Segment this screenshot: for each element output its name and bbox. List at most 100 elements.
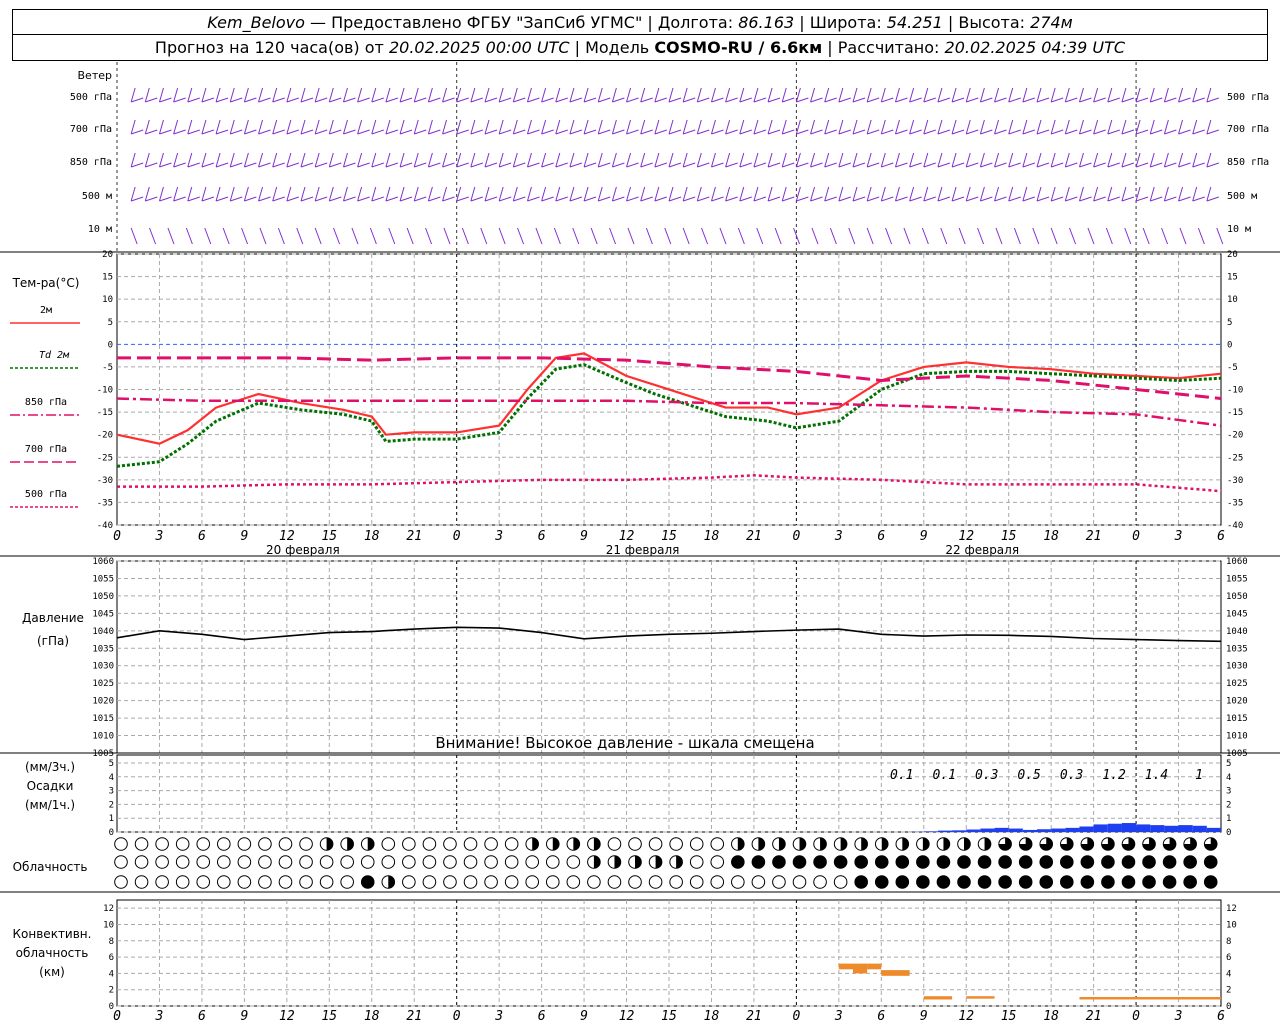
cloud-symbol (628, 875, 642, 889)
wind-barb (781, 87, 787, 103)
cloud-symbol (1059, 855, 1074, 869)
wind-barb (753, 162, 767, 168)
wind-barb (130, 152, 136, 168)
cloud-symbol (1039, 875, 1054, 889)
wind-barb (1008, 186, 1014, 202)
convective-segment (966, 996, 995, 999)
wind-barb (951, 97, 965, 103)
wind-barb (626, 129, 639, 135)
wind-barb (484, 129, 498, 135)
wind-barb (810, 162, 823, 168)
wind-barb (753, 97, 767, 103)
wind-barb (668, 186, 674, 202)
wind-barb (329, 129, 342, 135)
wind-barb (1135, 186, 1141, 202)
wind-barb (1008, 152, 1014, 168)
wind-barb (1121, 119, 1127, 135)
cloud-symbol-fill (573, 837, 580, 851)
temperature-ytick-left: -35 (97, 498, 113, 508)
temperature-ytick-left: 20 (102, 250, 113, 260)
wind-barb (1178, 119, 1184, 135)
cloud-symbol (196, 875, 211, 889)
wind-barb (187, 186, 193, 202)
wind-barb (442, 97, 455, 103)
precip-ytick-right: 2 (1226, 800, 1231, 810)
wind-barb (923, 119, 929, 135)
wind-barb (385, 186, 391, 202)
wind-barb (512, 186, 518, 202)
wind-barb (739, 196, 752, 202)
precip-unit-top: (мм/3ч.) (25, 760, 75, 774)
convective-segment (853, 963, 868, 974)
wind-barb (442, 129, 455, 135)
temperature-legend-label: 850 гПа (25, 397, 67, 408)
convective-ytick-left: 4 (109, 969, 114, 979)
wind-barb (668, 119, 674, 135)
precip-bar (980, 828, 995, 832)
temperature-hour-label: 18 (704, 529, 720, 544)
pressure-ytick-left: 1055 (92, 574, 114, 584)
wind-barb-10m (958, 227, 966, 245)
precip-unit-bottom: (мм/1ч.) (25, 798, 75, 812)
wind-barb (1022, 87, 1028, 103)
wind-barb (640, 162, 653, 168)
precip-bar (1192, 825, 1207, 832)
wind-barb (824, 152, 830, 168)
wind-barb (753, 129, 767, 135)
temperature-legend-label: Td 2м (39, 350, 70, 361)
wind-barb-10m (903, 227, 911, 245)
cloud-symbol-fill (799, 837, 806, 851)
wind-barb (1008, 87, 1014, 103)
temperature-ytick-right: -25 (1227, 453, 1243, 463)
precip-total-label: 0.3 (1060, 768, 1083, 783)
wind-barb (399, 97, 413, 103)
wind-barb (258, 129, 271, 135)
wind-barb (1022, 152, 1028, 168)
wind-barb (711, 129, 724, 135)
wind-barb (527, 129, 540, 135)
wind-barb (937, 162, 951, 168)
wind-barb (215, 186, 221, 202)
temperature-date-label: 20 февраля (266, 543, 340, 557)
wind-barb (215, 97, 229, 103)
wind-barb (598, 162, 611, 168)
wind-barb (1107, 152, 1113, 168)
cloud-symbol-fill (902, 837, 909, 851)
cloud-symbol (977, 875, 992, 889)
wind-barb (626, 162, 639, 168)
wind-barb (513, 162, 526, 168)
cloud-symbol (237, 837, 252, 851)
wind-barb (640, 152, 646, 168)
cloud-symbol (648, 837, 663, 851)
wind-barb (371, 186, 377, 202)
wind-barb (1121, 196, 1135, 202)
wind-barb (711, 196, 724, 202)
temperature-hour-label: 18 (364, 529, 380, 544)
temperature-ytick-right: -10 (1227, 386, 1243, 396)
precip-total-label: 0.1 (890, 768, 913, 783)
cloud-symbol (484, 855, 498, 869)
temperature-title: Тем-ра(°C) (12, 276, 80, 290)
wind-barb (1064, 119, 1070, 135)
cloud-symbol (1121, 875, 1136, 889)
convective-hour-label: 6 (198, 1009, 206, 1024)
wind-barb (838, 97, 852, 103)
wind-barb (753, 87, 759, 103)
wind-barb-10m (388, 227, 396, 245)
wind-barb (159, 97, 172, 103)
convective-title-line: Конвективн. (13, 927, 92, 941)
wind-barb (456, 162, 469, 168)
wind-barb (1178, 196, 1191, 202)
cloud-symbol-fill (635, 855, 642, 869)
convective-hour-label: 15 (1001, 1009, 1017, 1024)
wind-barb (1121, 186, 1127, 202)
temperature-ytick-right: 5 (1227, 318, 1232, 328)
wind-barb (300, 186, 306, 202)
convective-hour-label: 12 (279, 1009, 295, 1024)
wind-barb (1079, 97, 1092, 103)
wind-barb (187, 87, 193, 103)
wind-barb (909, 129, 922, 135)
wind-barb (951, 119, 957, 135)
wind-barb (966, 129, 979, 135)
wind-barb (909, 186, 915, 202)
